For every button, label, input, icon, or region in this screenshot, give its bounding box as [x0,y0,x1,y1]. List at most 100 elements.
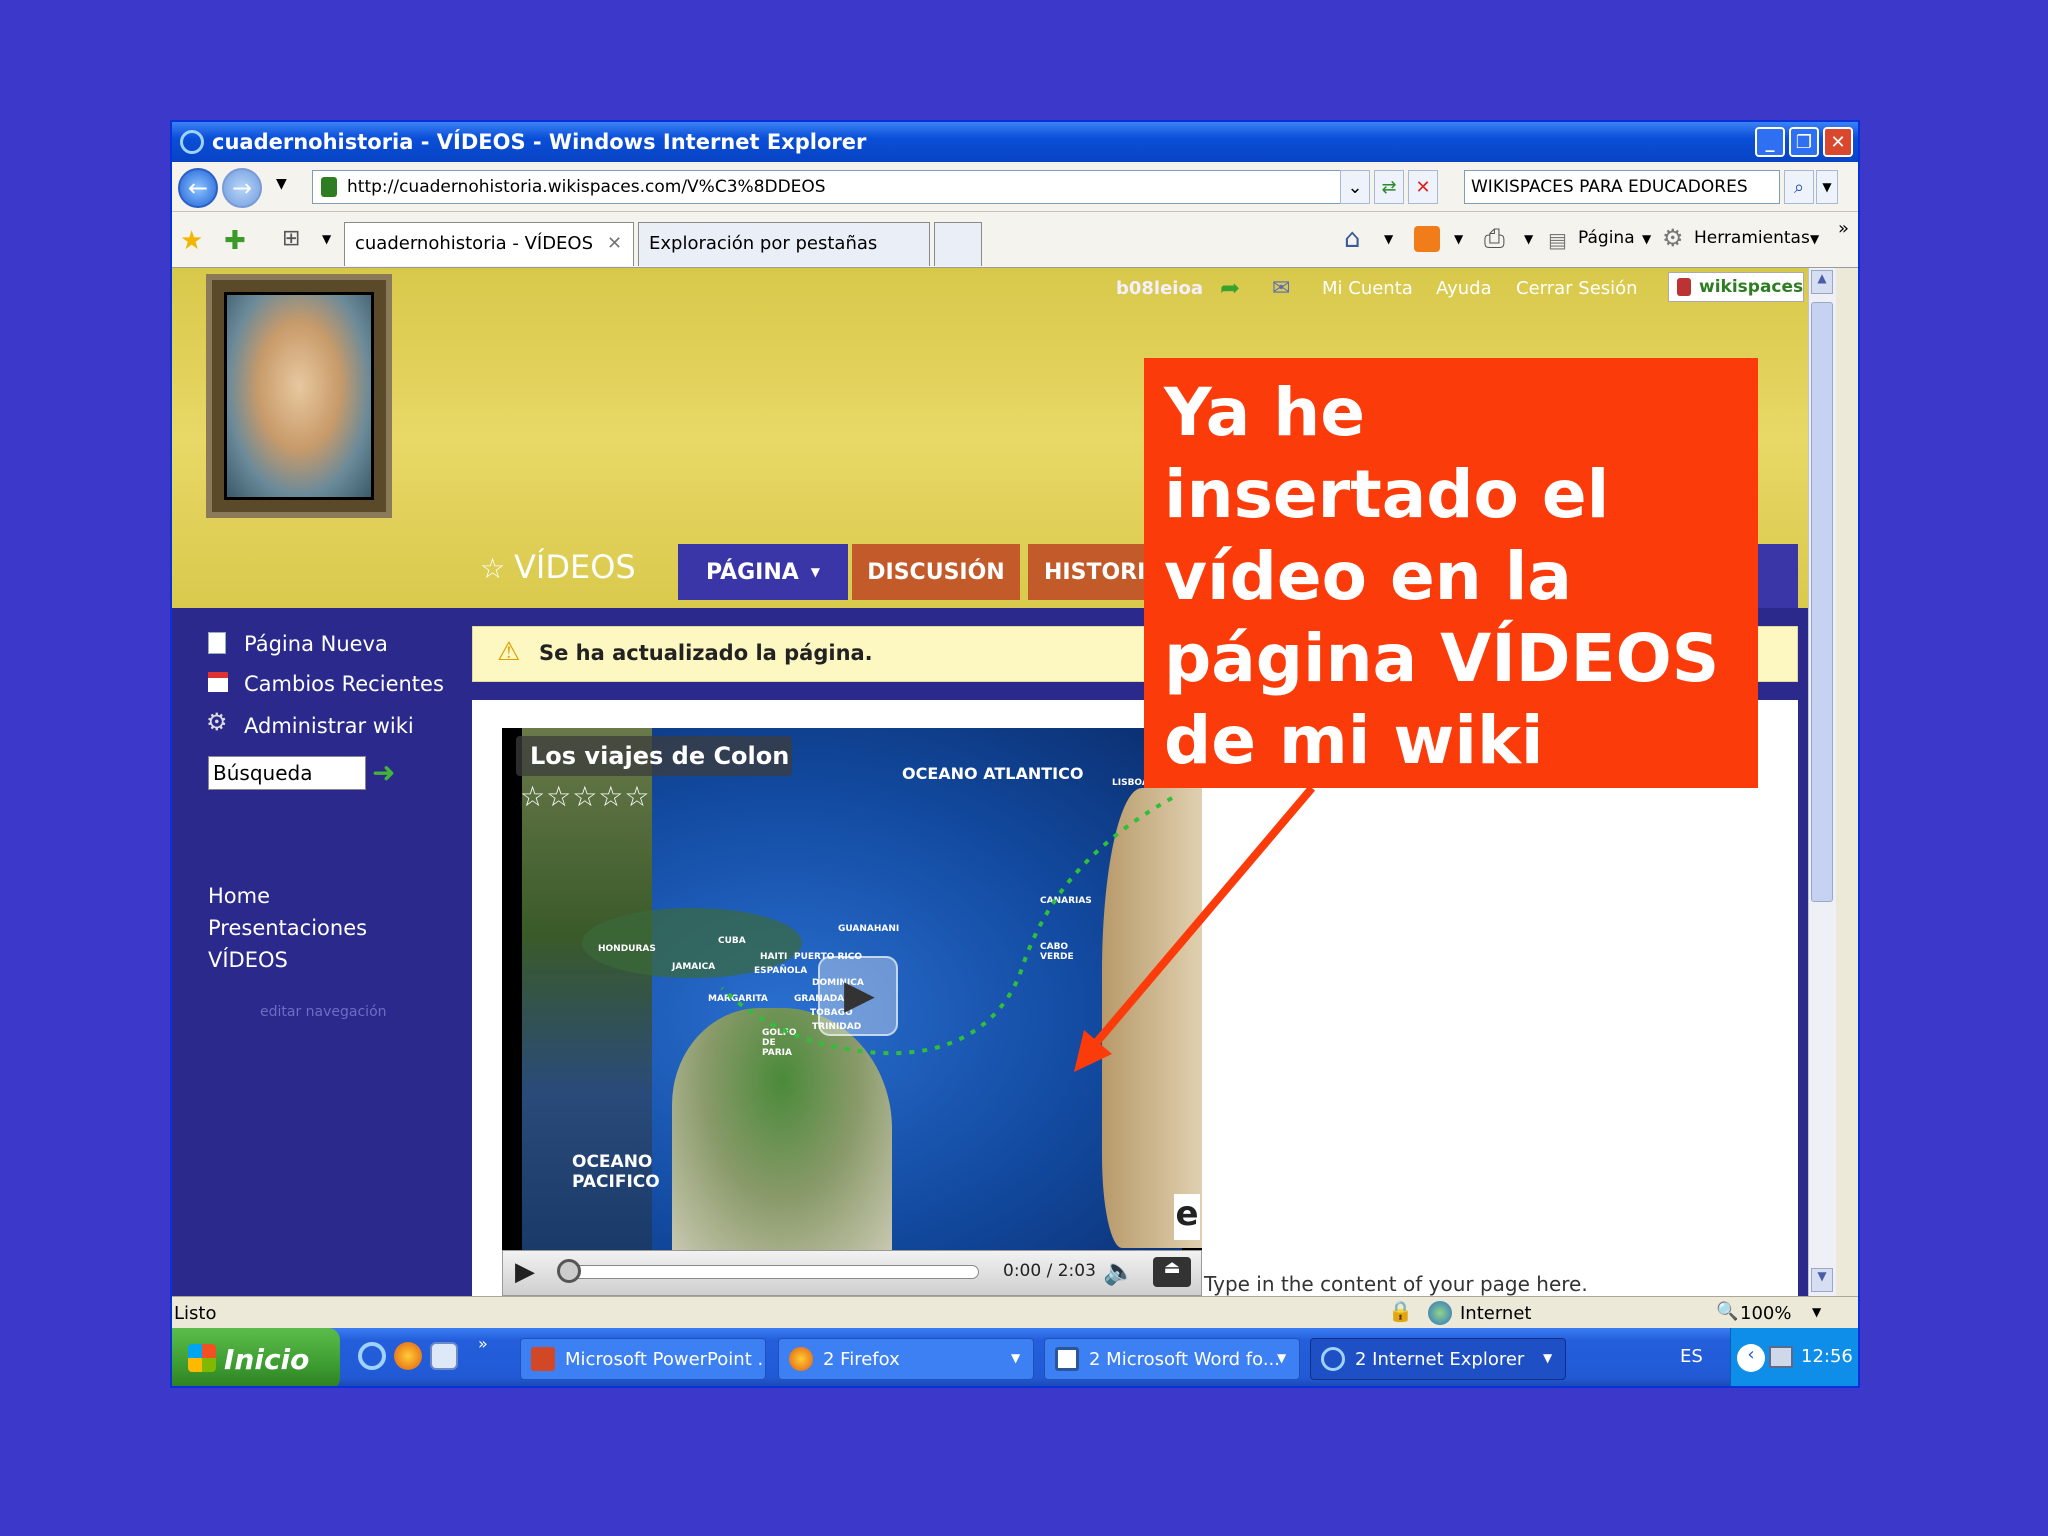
route-path [720,796,1173,1056]
feeds-dropdown-icon[interactable]: ▼ [1454,232,1463,246]
help-link[interactable]: Ayuda [1436,278,1492,299]
print-dropdown-icon[interactable]: ▼ [1524,232,1533,246]
recent-changes-link[interactable]: Cambios Recientes [244,672,444,696]
window-title: cuadernohistoria - VÍDEOS - Windows Inte… [212,130,867,154]
user-name[interactable]: b08leioa [1116,278,1203,299]
scroll-up-icon[interactable]: ▲ [1811,270,1833,294]
tab-exploracion[interactable]: Exploración por pestañas [638,222,930,266]
zoom-level[interactable]: 100% [1740,1303,1791,1324]
video-progress-bar[interactable] [559,1265,979,1279]
tray-expand-icon[interactable]: ‹ [1737,1344,1765,1372]
volume-icon[interactable]: 🔈 [1103,1257,1135,1287]
tab-discusion[interactable]: DISCUSIÓN [852,544,1020,600]
page-menu[interactable]: Página [1578,228,1635,248]
print-icon[interactable]: ⎙ [1484,224,1505,255]
quicklaunch-more-icon[interactable]: » [478,1334,488,1353]
add-favorite-icon[interactable]: ✚ [224,226,246,256]
quicklaunch-ie-icon[interactable] [358,1342,386,1370]
video-controls: ▶ 0:00 / 2:03 🔈 ⏏ [502,1250,1202,1296]
maximize-button[interactable]: ❐ [1789,127,1819,157]
close-tab-icon[interactable]: ✕ [607,233,622,254]
home-dropdown-icon[interactable]: ▼ [1384,232,1393,246]
search-options-icon[interactable]: ▼ [1816,170,1838,204]
firefox-icon [789,1347,813,1371]
search-value: WIKISPACES PARA EDUCADORES [1471,177,1748,197]
address-dropdown-icon[interactable]: ⌄ [1340,170,1370,204]
my-account-link[interactable]: Mi Cuenta [1322,278,1413,299]
status-bar: Listo 🔒 Internet 🔍 100% ▼ [172,1296,1858,1328]
video-play-overlay-icon[interactable]: ▶ [818,956,898,1036]
chevron-down-icon: ▼ [1277,1351,1287,1365]
manage-wiki-link[interactable]: Administrar wiki [244,714,414,738]
start-label: Inicio [224,1342,310,1376]
new-page-link[interactable]: Página Nueva [244,632,388,656]
video-logo-icon: e [1174,1194,1200,1240]
play-icon[interactable]: ▶ [515,1257,535,1287]
scroll-thumb[interactable] [1811,302,1833,902]
nav-videos[interactable]: VÍDEOS [208,948,288,972]
tab-list-icon[interactable]: ▼ [322,232,331,246]
search-icon[interactable]: ⌕ [1784,170,1814,204]
vertical-scrollbar[interactable]: ▲ ▼ [1808,268,1836,1296]
tab-pagina[interactable]: PÁGINA ▼ [678,544,848,600]
rating-stars[interactable]: ☆☆☆☆☆ [520,780,651,813]
chevron-down-icon: ▼ [1011,1351,1021,1365]
task-firefox[interactable]: 2 Firefox ▼ [778,1338,1034,1380]
seek-handle[interactable] [557,1259,581,1283]
video-time: 0:00 / 2:03 [1003,1261,1096,1281]
tools-menu[interactable]: Herramientas [1694,228,1810,248]
warning-icon: ⚠ [497,637,521,667]
mail-icon[interactable]: ✉ [1272,276,1290,301]
forward-button[interactable]: → [222,168,262,208]
quick-tabs-icon[interactable]: ⊞ [282,226,300,251]
task-word[interactable]: 2 Microsoft Word fo... ▼ [1044,1338,1300,1380]
tab-cuadernohistoria[interactable]: cuadernohistoria - VÍDEOS ✕ [344,222,634,266]
quicklaunch-desktop-icon[interactable] [430,1342,458,1370]
back-button[interactable]: ← [178,168,218,208]
nav-home[interactable]: Home [208,884,270,908]
calendar-icon [208,672,228,692]
share-arrow-icon[interactable]: ➦ [1220,274,1240,302]
task-ie[interactable]: 2 Internet Explorer ▼ [1310,1338,1566,1380]
video-player[interactable]: OCEANO ATLANTICO LISBOA CANARIAS CABO VE… [502,728,1202,1250]
globe-icon [1428,1301,1452,1325]
page-menu-icon: ▤ [1548,228,1567,252]
title-bar: cuadernohistoria - VÍDEOS - Windows Inte… [172,122,1858,162]
fullscreen-icon[interactable]: ⏏ [1153,1257,1191,1287]
scroll-down-icon[interactable]: ▼ [1811,1268,1833,1292]
start-button[interactable]: Inicio [172,1328,340,1386]
zoom-dropdown-icon[interactable]: ▼ [1812,1305,1821,1319]
zoom-icon: 🔍 [1716,1301,1739,1322]
close-button[interactable]: ✕ [1823,127,1853,157]
quicklaunch-firefox-icon[interactable] [394,1342,422,1370]
task-ie-label: 2 Internet Explorer [1355,1349,1525,1370]
language-indicator[interactable]: ES [1680,1346,1703,1367]
search-input[interactable] [208,756,366,790]
taskbar: Inicio » Microsoft PowerPoint ... 2 Fire… [172,1328,1858,1386]
task-powerpoint[interactable]: Microsoft PowerPoint ... [520,1338,766,1380]
powerpoint-icon [531,1347,555,1371]
feeds-icon[interactable] [1414,226,1440,252]
more-commands-icon[interactable]: » [1838,218,1849,239]
edit-navigation-link[interactable]: editar navegación [260,1004,387,1020]
page-dropdown-icon[interactable]: ▼ [1642,232,1651,246]
address-bar[interactable]: http://cuadernohistoria.wikispaces.com/V… [312,170,1362,204]
minimize-button[interactable]: _ [1755,127,1785,157]
refresh-icon[interactable]: ⇄ [1374,170,1404,204]
search-go-arrow-icon[interactable]: ➜ [372,756,395,789]
network-icon[interactable] [1769,1346,1793,1368]
favorites-star-icon[interactable]: ★ [180,226,203,256]
tools-dropdown-icon[interactable]: ▼ [1810,232,1819,246]
home-icon[interactable]: ⌂ [1344,224,1361,254]
nav-presentaciones[interactable]: Presentaciones [208,916,367,940]
logout-link[interactable]: Cerrar Sesión [1516,278,1638,299]
wikispaces-badge[interactable]: wikispaces [1668,272,1804,302]
page-star-icon[interactable]: ☆ [480,552,505,585]
task-word-label: 2 Microsoft Word fo... [1089,1349,1280,1370]
tools-gear-icon: ⚙ [1662,224,1684,252]
windows-logo-icon [188,1344,216,1372]
new-tab-button[interactable] [934,222,982,266]
history-dropdown-icon[interactable]: ▼ [276,176,287,192]
search-box[interactable]: WIKISPACES PARA EDUCADORES [1464,170,1780,204]
stop-icon[interactable]: ✕ [1408,170,1438,204]
